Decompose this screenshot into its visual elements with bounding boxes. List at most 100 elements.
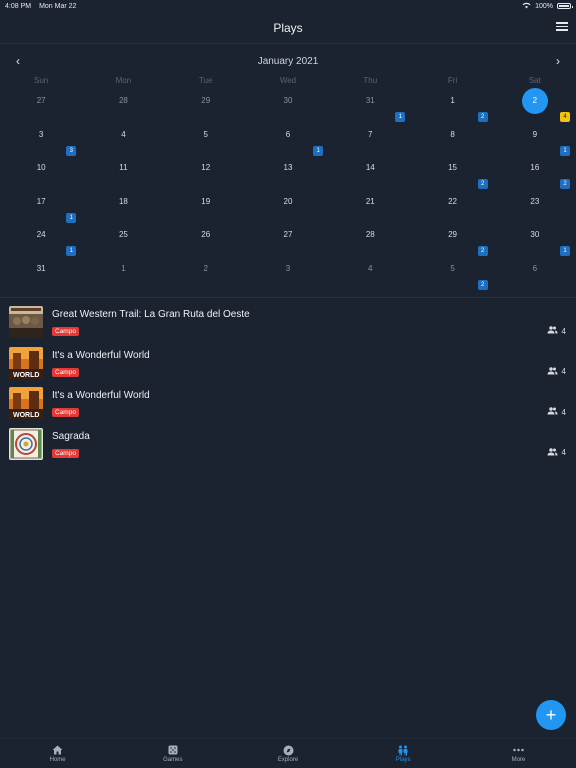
tab-label: Home [49, 757, 66, 763]
calendar-day[interactable]: 24 [494, 88, 576, 124]
add-play-button[interactable]: + [536, 700, 566, 730]
players-icon [547, 326, 558, 336]
next-month-button[interactable]: › [552, 54, 564, 68]
game-thumbnail [9, 306, 43, 338]
calendar-day[interactable]: 4 [329, 258, 411, 292]
calendar-day[interactable]: 33 [0, 124, 82, 158]
play-list-item[interactable]: WORLD It's a Wonderful World Campo 4 [0, 345, 576, 386]
day-number: 20 [283, 196, 293, 206]
day-number: 12 [201, 163, 211, 173]
calendar-day[interactable]: 27 [0, 90, 82, 124]
player-count: 4 [547, 366, 566, 377]
calendar-day[interactable]: 3 [247, 258, 329, 292]
calendar-day[interactable]: 13 [247, 157, 329, 191]
calendar-day[interactable]: 5 [165, 124, 247, 158]
player-count: 4 [547, 407, 566, 417]
day-number: 2 [521, 88, 548, 114]
calendar-day[interactable]: 19 [165, 191, 247, 225]
play-count-badge: 1 [66, 246, 77, 257]
player-count: 4 [547, 447, 566, 458]
calendar-day[interactable]: 12 [165, 157, 247, 191]
calendar-day[interactable]: 30 [247, 90, 329, 124]
day-number: 29 [201, 96, 211, 105]
day-number: 23 [530, 196, 540, 206]
list-view-button[interactable] [556, 22, 568, 32]
calendar-day[interactable]: 28 [82, 90, 164, 124]
calendar-day[interactable]: 31 [0, 258, 82, 292]
calendar-day[interactable]: 29 [165, 90, 247, 124]
play-count-badge: 1 [559, 145, 570, 156]
calendar-day[interactable]: 10 [0, 157, 82, 191]
calendar-day[interactable]: 24 1 [0, 224, 82, 258]
day-number: 31 [365, 96, 375, 105]
plays-list: Great Western Trail: La Gran Ruta del Oe… [0, 304, 576, 466]
play-info: It's a Wonderful World Campo [52, 390, 150, 419]
calendar-day[interactable]: 52 [411, 258, 493, 292]
play-count-badge: 2 [477, 179, 488, 190]
play-title: Sagrada [52, 430, 90, 442]
tab-bar: Home Games Explore Plays More [0, 738, 576, 768]
prev-month-button[interactable]: ‹ [12, 54, 24, 68]
calendar-day[interactable]: 17 1 [0, 191, 82, 225]
calendar-day[interactable]: 30 1 [494, 224, 576, 258]
player-count: 4 [547, 326, 566, 336]
play-title: It's a Wonderful World [52, 390, 150, 401]
calendar-day[interactable]: 29 2 [411, 224, 493, 258]
calendar-day[interactable]: 8 [411, 124, 493, 158]
calendar-day[interactable]: 6 [494, 258, 576, 292]
calendar-day[interactable]: 12 [411, 90, 493, 124]
play-info: It's a Wonderful World Campo [52, 350, 150, 379]
play-count-badge: 2 [477, 279, 488, 290]
calendar-day[interactable]: 4 [82, 124, 164, 158]
calendar-day[interactable]: 61 [247, 124, 329, 158]
play-list-item[interactable]: Great Western Trail: La Gran Ruta del Oe… [0, 304, 576, 345]
day-number: 4 [121, 129, 126, 139]
calendar-day[interactable]: 27 [247, 224, 329, 258]
day-number: 22 [448, 196, 458, 206]
play-count-badge: 4 [559, 112, 570, 122]
play-list-item[interactable]: Sagrada Campo 4 [0, 426, 576, 467]
calendar-day[interactable]: 21 [329, 191, 411, 225]
more-icon [513, 744, 524, 756]
tab-more[interactable]: More [461, 739, 576, 768]
compass-icon [283, 744, 294, 756]
calendar-day[interactable]: 11 [82, 157, 164, 191]
calendar-day[interactable]: 20 [247, 191, 329, 225]
day-number: 11 [119, 163, 128, 173]
tab-home[interactable]: Home [0, 739, 115, 768]
calendar-day[interactable]: 14 [329, 157, 411, 191]
calendar-day[interactable]: 91 [494, 124, 576, 158]
calendar-day[interactable]: 23 [494, 191, 576, 225]
game-thumbnail: WORLD [9, 387, 43, 419]
battery-percent: 100% [535, 2, 553, 10]
calendar-day[interactable]: 15 2 [411, 157, 493, 191]
tab-plays[interactable]: Plays [346, 739, 461, 768]
status-bar: 4:08 PM Mon Mar 22 100% [0, 0, 576, 12]
calendar-day[interactable]: 2 [165, 258, 247, 292]
tab-label: Plays [395, 757, 411, 763]
calendar-day[interactable]: 28 [329, 224, 411, 258]
calendar-day[interactable]: 26 [165, 224, 247, 258]
tab-explore[interactable]: Explore [230, 739, 345, 768]
play-count-badge: 2 [559, 179, 570, 190]
day-number: 30 [283, 96, 293, 105]
calendar-day[interactable]: 18 [82, 191, 164, 225]
day-number: 6 [285, 129, 291, 139]
calendar-day[interactable]: 22 [411, 191, 493, 225]
home-icon [52, 744, 63, 756]
calendar-day[interactable]: 25 [82, 224, 164, 258]
play-count-badge: 2 [477, 246, 488, 257]
tab-games[interactable]: Games [115, 739, 230, 768]
dice-icon [168, 744, 178, 756]
svg-text:WORLD: WORLD [13, 372, 39, 379]
day-number: 29 [448, 230, 458, 240]
day-number: 19 [201, 196, 211, 206]
calendar-grid: 27 28 29 30 31 1 1 2 2 4 3 3 4 5 6 1 7 8 9 1 10 11 12 13 14 15 2 16… [0, 88, 576, 292]
play-info: Great Western Trail: La Gran Ruta del Oe… [52, 309, 250, 338]
calendar-day[interactable]: 31 1 [329, 90, 411, 124]
calendar-day[interactable]: 7 [329, 124, 411, 158]
player-count-value: 4 [561, 326, 566, 336]
calendar-day[interactable]: 1 [82, 258, 164, 292]
calendar-day[interactable]: 16 2 [494, 157, 576, 191]
play-list-item[interactable]: WORLD It's a Wonderful World Campo 4 [0, 385, 576, 426]
